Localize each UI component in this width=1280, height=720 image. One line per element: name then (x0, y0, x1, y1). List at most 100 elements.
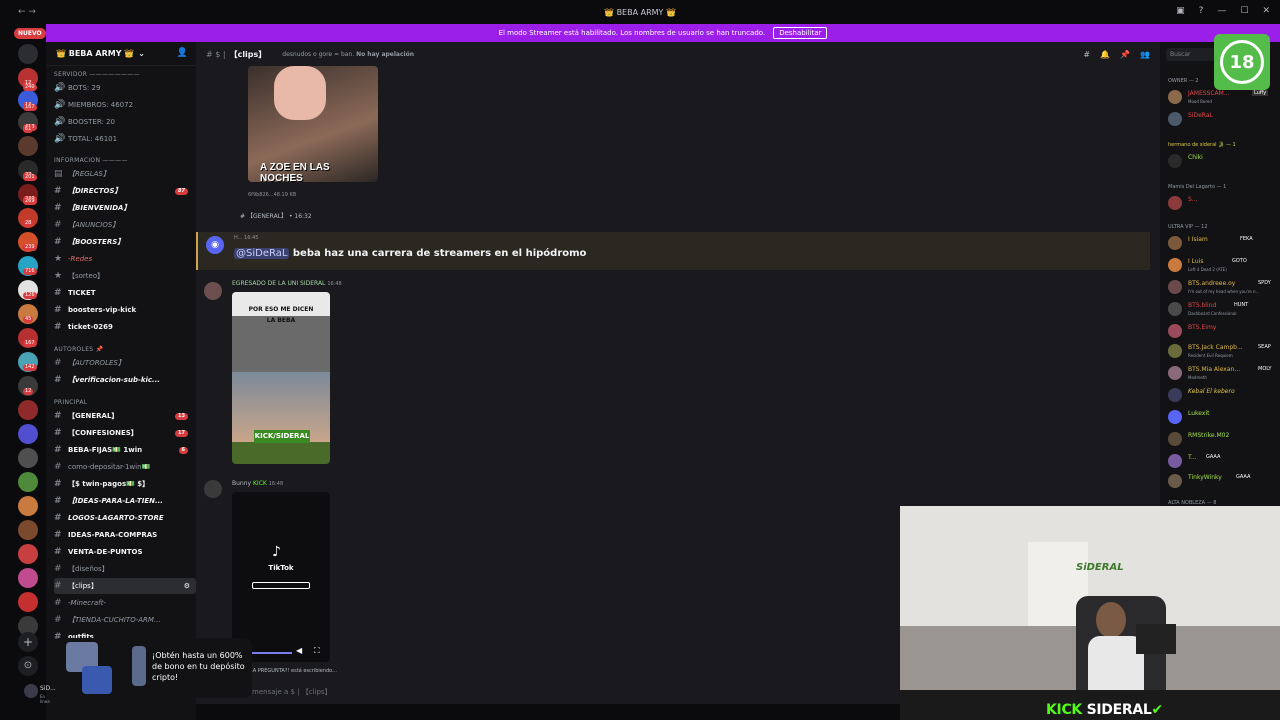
message-author[interactable]: H... 16:45 (234, 235, 258, 241)
channel-tienda[interactable]: # 【TIENDA-CUCHITO-ARM... (54, 612, 196, 628)
video-embed[interactable]: ♪ TikTok ◀ ⛶ (232, 492, 330, 662)
channel-como-depositar[interactable]: # como-depositar-1win💵 (54, 459, 196, 475)
channel-reglas[interactable]: ▤ 【REGLAS】 (54, 166, 196, 182)
discord-avatar-icon[interactable]: ◉ (206, 236, 224, 254)
avatar[interactable] (204, 282, 222, 300)
channel-directos[interactable]: # 【DIRECTOS】 87 (54, 183, 196, 199)
channel-bienvenida[interactable]: # 【BIENVENIDA】 (54, 200, 196, 216)
server-icon[interactable] (18, 592, 38, 612)
member-item[interactable]: Lukexit (1166, 408, 1278, 426)
server-icon[interactable] (18, 520, 38, 540)
threads-icon[interactable]: # (1083, 50, 1090, 59)
mention-message[interactable]: ◉ H... 16:45 @SiDeRaL beba haz una carre… (196, 232, 1150, 270)
channel-boosters-vip[interactable]: # boosters-vip-kick (54, 302, 196, 318)
server-icon[interactable] (18, 44, 38, 64)
add-server-icon[interactable]: + (18, 632, 38, 652)
reply-reference[interactable]: # 【GENERAL】 • 16:32 (240, 211, 312, 220)
message-author[interactable]: EGRESADO DE LA UNI SIDERAL 16:48 (232, 280, 342, 287)
new-badge[interactable]: NUEVO (14, 28, 46, 39)
avatar (1168, 236, 1182, 250)
user-panel[interactable]: SiD... En línea (12, 680, 56, 720)
server-icon[interactable] (18, 544, 38, 564)
add-member-icon[interactable]: 👤 (177, 48, 188, 58)
channel-miembros[interactable]: 🔊 MIEMBROS: 46072 (54, 97, 196, 113)
channel-twin-pagos[interactable]: # 【$ twin-pagos💵 $】 (54, 476, 196, 492)
channel-autoroles[interactable]: # 【AUTOROLES】 (54, 355, 196, 371)
settings-icon[interactable]: ⚙ (184, 582, 190, 590)
channel-confesiones[interactable]: # 【CONFESIONES】 17 (54, 425, 196, 441)
channel-redes[interactable]: ★ -Redes (54, 251, 196, 267)
member-item[interactable]: S... (1166, 194, 1278, 212)
channel-disenos[interactable]: # 【diseños】 (54, 561, 196, 577)
channel-label: IDEAS-PARA-COMPRAS (68, 531, 158, 539)
channel-anuncios[interactable]: # 【ANUNCIOS】 (54, 217, 196, 233)
channel-ticket[interactable]: # TICKET (54, 285, 196, 301)
member-item[interactable]: T... GAAA (1166, 452, 1278, 470)
explore-icon[interactable]: ⊙ (18, 656, 38, 676)
inbox-icon[interactable]: ▣ (1176, 6, 1185, 16)
maximize-icon[interactable]: ☐ (1240, 6, 1248, 16)
member-item[interactable]: BTS.Jack Campb... SEAP Resident Evil Requi… (1166, 342, 1278, 360)
hash-icon: # $ | (206, 49, 226, 59)
message-text: beba haz una carrera de streamers en el … (289, 248, 587, 259)
channel-total[interactable]: 🔊 TOTAL: 46101 (54, 131, 196, 147)
member-item[interactable]: SiDeRaL (1166, 110, 1278, 128)
server-icon[interactable] (18, 136, 38, 156)
channel-clips[interactable]: # 【clips】 ⚙ (54, 578, 196, 594)
members-icon[interactable]: 👥 (1140, 50, 1150, 59)
server-icon[interactable] (18, 400, 38, 420)
channel-booster[interactable]: 🔊 BOOSTER: 20 (54, 114, 196, 130)
channel-label: 【DIRECTOS】 (68, 187, 122, 195)
channel-general[interactable]: # 【GENERAL】 13 (54, 408, 196, 424)
member-item[interactable]: Chiki (1166, 152, 1278, 170)
disable-button[interactable]: Deshabilitar (773, 27, 828, 39)
minimize-icon[interactable]: — (1217, 6, 1226, 16)
channel-verificacion[interactable]: # 【verificacion-sub-kic... (54, 372, 196, 388)
channel-beba-fijas[interactable]: # BEBA-FIJAS💵 1win 6 (54, 442, 196, 458)
close-icon[interactable]: ✕ (1262, 6, 1270, 16)
member-item[interactable]: JAMESSCAM... Luffy Mood Bored (1166, 88, 1278, 106)
avatar[interactable] (204, 480, 222, 498)
member-item[interactable]: RMStrike.M02 (1166, 430, 1278, 448)
message-image[interactable]: A ZOE EN LAS NOCHES (248, 66, 378, 182)
member-item[interactable]: I Isiam FEKA (1166, 234, 1278, 252)
member-item[interactable]: BTS.blind HUNT Dashboard Confessional (1166, 300, 1278, 318)
channel-venta-puntos[interactable]: # VENTA-DE-PUNTOS (54, 544, 196, 560)
member-item[interactable]: BTS.Eimy (1166, 322, 1278, 340)
fullscreen-icon[interactable]: ⛶ (314, 646, 320, 656)
channel-ticket-0269[interactable]: # ticket-0269 (54, 319, 196, 335)
back-icon[interactable]: ← → (18, 7, 36, 17)
channel-boosters[interactable]: # 【BOOSTERS】 (54, 234, 196, 250)
member-item[interactable]: I Luis GOTO Left 4 Dead 2 (ATE) (1166, 256, 1278, 274)
member-item[interactable]: BTS.Mia Alexan... MOLY Modmeth (1166, 364, 1278, 382)
server-icon[interactable] (18, 448, 38, 468)
server-icon[interactable] (18, 568, 38, 588)
channel-label: 【BOOSTERS】 (68, 238, 125, 246)
volume-slider[interactable] (252, 652, 292, 654)
channel-ideas-compras[interactable]: # IDEAS-PARA-COMPRAS (54, 527, 196, 543)
channel-ideas-tienda[interactable]: # 【IDEAS-PARA-LA-TIEN... (54, 493, 196, 509)
volume-icon[interactable]: ◀ (296, 646, 302, 655)
member-item[interactable]: TinkyWinky GAAA (1166, 472, 1278, 490)
server-header[interactable]: 👑 BEBA ARMY 👑 ⌄ 👤 (46, 42, 196, 66)
help-icon[interactable]: ? (1199, 6, 1204, 16)
member-item[interactable]: BTS.andreee.oy SPDY I'm out of my head whe… (1166, 278, 1278, 296)
channel-logos[interactable]: # LOGOS-LAGARTO-STORE (54, 510, 196, 526)
member-item[interactable]: Kebal El kebero (1166, 386, 1278, 404)
server-icon[interactable] (18, 496, 38, 516)
server-icon[interactable] (18, 472, 38, 492)
bell-icon[interactable]: 🔔 (1100, 50, 1110, 59)
channel-bots[interactable]: 🔊 BOTS: 29 (54, 80, 196, 96)
user-mention[interactable]: @SiDeRaL (234, 248, 290, 259)
search-input[interactable]: Buscar (1166, 48, 1218, 61)
member-name: BTS.andreee.oy (1188, 280, 1236, 287)
member-status: Dashboard Confessional (1188, 311, 1237, 316)
channel-sorteo[interactable]: ★ 【sorteo】 (54, 268, 196, 284)
channel-minecraft[interactable]: # -Minecraft- (54, 595, 196, 611)
promo-popup[interactable]: ¡Obtén hasta un 600% de bono en tu depós… (52, 638, 252, 698)
message-image[interactable]: POR ESO ME DICEN LA BEBA KICK/SIDERAL (232, 292, 330, 464)
message-author[interactable]: Bunny KICK 16:48 (232, 480, 283, 487)
member-name: BTS.Mia Alexan... (1188, 366, 1241, 373)
server-icon[interactable] (18, 424, 38, 444)
pin-icon[interactable]: 📌 (1120, 50, 1130, 59)
